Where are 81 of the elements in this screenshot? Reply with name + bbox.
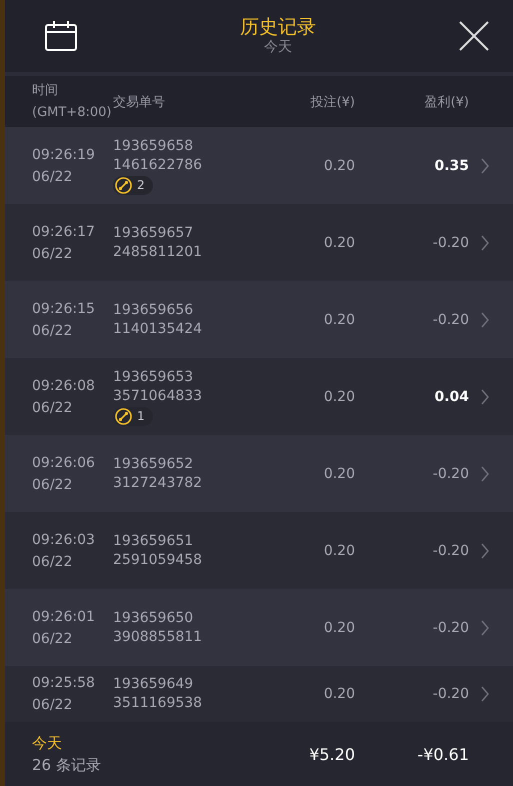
record-row[interactable]: 09:26:19 06/22 193659658 1461622786 2 0.20 0.35 bbox=[5, 127, 513, 204]
profit-cell: -0.20 bbox=[432, 620, 469, 636]
column-header: 投注(¥) bbox=[310, 94, 355, 110]
time-cell-text: 09:26:15 bbox=[32, 300, 96, 318]
total-bet: ¥5.20 bbox=[309, 744, 355, 764]
chevron-icon bbox=[481, 234, 489, 250]
close-icon[interactable] bbox=[459, 21, 489, 51]
time-cell-text: 09:26:03 bbox=[32, 530, 96, 550]
date-cell-text: 06/22 bbox=[32, 476, 74, 494]
bet-cell: 0.20 bbox=[324, 388, 355, 404]
window-title: 历史记录 bbox=[240, 16, 316, 38]
coin-icon bbox=[115, 408, 132, 424]
bet-cell: 0.20 bbox=[324, 620, 355, 636]
bet-cell: 0.20 bbox=[324, 686, 355, 702]
coin-icon bbox=[115, 176, 132, 194]
order-number: 193659649 bbox=[113, 675, 194, 694]
date-cell-text: 06/22 bbox=[32, 696, 74, 715]
record-row[interactable]: 09:26:15 06/22 193659656 1140135424 0.20 -0.20 bbox=[5, 281, 513, 358]
chevron-icon bbox=[481, 542, 489, 558]
bet-cell: 0.20 bbox=[324, 466, 355, 482]
time-cell-text: 09:26:19 bbox=[32, 146, 96, 164]
order-number: 193659657 bbox=[113, 224, 194, 242]
date-cell-text: 06/22 bbox=[32, 322, 74, 340]
record-row[interactable]: 09:26:06 06/22 193659652 3127243782 0.20 -0.20 bbox=[5, 435, 513, 512]
record-row[interactable]: 09:26:08 06/22 193659653 3571064833 1 0.20 0.04 bbox=[5, 358, 513, 435]
time-cell-text: 09:25:58 bbox=[32, 674, 96, 693]
order-number: 3571064833 bbox=[113, 386, 204, 406]
record-count: 26 条记录 bbox=[32, 755, 102, 776]
record-row[interactable]: 09:26:01 06/22 193659650 3908855811 0.20 -0.20 bbox=[5, 589, 513, 666]
column-header: 盈利(¥) bbox=[424, 94, 469, 110]
record-row[interactable]: 09:25:58 06/22 193659649 3511169538 0.20 -0.20 bbox=[5, 666, 513, 722]
date-cell-text: 06/22 bbox=[32, 398, 74, 418]
chevron-icon bbox=[481, 312, 489, 328]
profit-cell: -0.20 bbox=[432, 542, 469, 558]
time-cell-text: 09:26:06 bbox=[32, 454, 96, 472]
period-label: 今天 bbox=[32, 733, 63, 754]
order-number: 2591059458 bbox=[113, 550, 204, 570]
chevron-icon bbox=[481, 466, 489, 482]
free-game-badge: 2 bbox=[113, 176, 153, 194]
chevron-icon bbox=[481, 388, 489, 404]
date-cell-text: 06/22 bbox=[32, 168, 74, 186]
chevron-icon bbox=[481, 620, 489, 636]
order-number: 193659658 bbox=[113, 136, 194, 156]
date-range: 今天 bbox=[264, 38, 292, 56]
time-cell-text: 09:26:01 bbox=[32, 608, 96, 626]
order-number: 3511169538 bbox=[113, 694, 204, 713]
profit-cell: -0.20 bbox=[432, 466, 469, 482]
column-header: 交易单号 bbox=[113, 94, 165, 110]
order-number: 193659656 bbox=[113, 300, 194, 320]
order-number: 1461622786 bbox=[113, 156, 204, 174]
column-header: 时间 bbox=[32, 82, 59, 100]
chevron-icon bbox=[481, 686, 489, 702]
chevron-icon bbox=[481, 158, 489, 174]
date-cell-text: 06/22 bbox=[32, 630, 74, 648]
total-profit: -¥0.61 bbox=[417, 744, 469, 764]
order-number: 2485811201 bbox=[113, 242, 204, 262]
profit-cell: 0.35 bbox=[434, 158, 469, 174]
calendar-icon[interactable] bbox=[45, 21, 77, 51]
order-number: 3127243782 bbox=[113, 474, 204, 492]
date-cell-text: 06/22 bbox=[32, 244, 74, 264]
record-row[interactable]: 09:26:03 06/22 193659651 2591059458 0.20 -0.20 bbox=[5, 512, 513, 589]
order-number: 193659650 bbox=[113, 608, 194, 628]
order-number: 3908855811 bbox=[113, 628, 204, 646]
order-number: 1140135424 bbox=[113, 320, 204, 338]
profit-cell: -0.20 bbox=[432, 234, 469, 250]
profit-cell: -0.20 bbox=[432, 312, 469, 328]
bet-cell: 0.20 bbox=[324, 158, 355, 174]
timezone-label: (GMT+8:00) bbox=[32, 104, 112, 122]
date-cell-text: 06/22 bbox=[32, 552, 74, 572]
profit-cell: -0.20 bbox=[432, 686, 469, 702]
time-cell-text: 09:26:17 bbox=[32, 222, 96, 242]
order-number: 193659653 bbox=[113, 368, 194, 386]
order-number: 193659651 bbox=[113, 532, 194, 550]
order-number: 193659652 bbox=[113, 454, 194, 474]
record-row[interactable]: 09:26:17 06/22 193659657 2485811201 0.20 -0.20 bbox=[5, 204, 513, 281]
time-cell-text: 09:26:08 bbox=[32, 376, 96, 396]
bet-cell: 0.20 bbox=[324, 542, 355, 558]
free-game-badge: 1 bbox=[113, 406, 153, 426]
bet-cell: 0.20 bbox=[324, 312, 355, 328]
profit-cell: 0.04 bbox=[434, 388, 469, 404]
bet-cell: 0.20 bbox=[324, 234, 355, 250]
